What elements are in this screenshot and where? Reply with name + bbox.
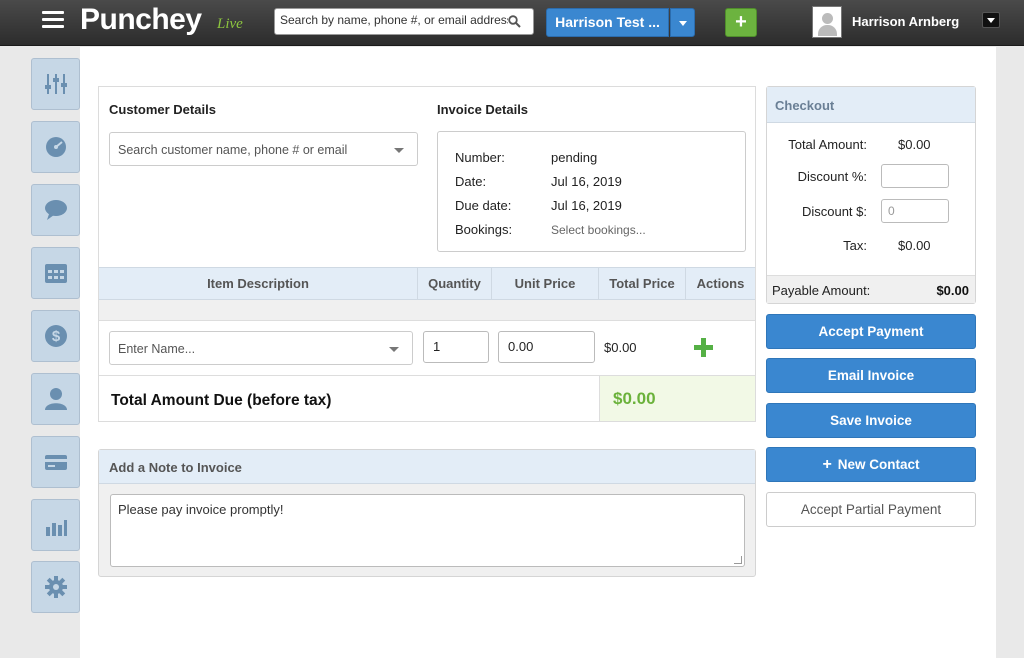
items-table-header: Item Description Quantity Unit Price Tot… <box>99 267 755 300</box>
invoice-details-box: Number: pending Date: Jul 16, 2019 Due d… <box>437 131 746 252</box>
invoice-number-label: Number: <box>455 150 505 165</box>
user-icon[interactable] <box>31 373 80 425</box>
accept-partial-payment-button[interactable]: Accept Partial Payment <box>766 492 976 527</box>
discount-amount-label: Discount $: <box>801 204 867 219</box>
invoice-card: Customer Details Search customer name, p… <box>98 86 756 422</box>
dashboard-icon[interactable] <box>31 121 80 173</box>
total-amount-value: $0.00 <box>898 137 931 152</box>
add-item-icon[interactable] <box>694 338 713 357</box>
search-icon[interactable] <box>508 15 521 28</box>
checkout-panel: Checkout Total Amount: $0.00 Discount %:… <box>766 86 976 304</box>
column-header-quantity: Quantity <box>418 268 492 299</box>
note-header: Add a Note to Invoice <box>99 450 755 484</box>
invoice-date-label: Date: <box>455 174 487 189</box>
invoice-due-date-value[interactable]: Jul 16, 2019 <box>551 198 622 213</box>
accept-payment-button[interactable]: Accept Payment <box>766 314 976 349</box>
table-spacer-row <box>99 300 755 321</box>
customer-search-select[interactable]: Search customer name, phone # or email <box>109 132 418 166</box>
column-header-total-price: Total Price <box>599 268 686 299</box>
customer-details-title: Customer Details <box>109 102 216 117</box>
discount-percent-input[interactable] <box>881 164 949 188</box>
note-title: Add a Note to Invoice <box>109 460 242 475</box>
invoice-number-value: pending <box>551 150 598 165</box>
avatar[interactable] <box>812 6 842 38</box>
menu-icon[interactable] <box>42 8 64 32</box>
global-search[interactable] <box>274 8 534 35</box>
total-due-label: Total Amount Due (before tax) <box>111 392 332 409</box>
new-contact-label: New Contact <box>837 457 920 472</box>
note-text: Please pay invoice promptly! <box>118 502 284 517</box>
tax-value: $0.00 <box>898 238 931 253</box>
quantity-input[interactable]: 1 <box>423 331 489 363</box>
new-contact-button[interactable]: + New Contact <box>766 447 976 482</box>
account-dropdown-toggle[interactable] <box>670 8 695 37</box>
save-invoice-button[interactable]: Save Invoice <box>766 403 976 438</box>
discount-amount-input[interactable]: 0 <box>881 199 949 223</box>
row-total-price: $0.00 <box>604 340 637 355</box>
account-selector-button[interactable]: Harrison Test ... <box>546 8 669 37</box>
calendar-icon[interactable] <box>31 247 80 299</box>
bar-chart-icon[interactable] <box>31 499 80 551</box>
unit-price-input[interactable]: 0.00 <box>498 331 595 363</box>
payable-amount-value: $0.00 <box>936 283 969 298</box>
user-name[interactable]: Harrison Arnberg <box>852 14 959 29</box>
top-bar: Punchey Live Harrison Test ... + Harriso… <box>0 0 1024 46</box>
plus-icon: + <box>822 456 832 473</box>
note-card: Add a Note to Invoice Please pay invoice… <box>98 449 756 577</box>
discount-percent-label: Discount %: <box>797 169 867 184</box>
quick-add-button[interactable]: + <box>725 8 757 37</box>
total-due-value: $0.00 <box>613 389 656 408</box>
checkout-title: Checkout <box>775 98 835 113</box>
brand-suffix: Live <box>217 16 243 32</box>
invoice-date-value[interactable]: Jul 16, 2019 <box>551 174 622 189</box>
email-invoice-button[interactable]: Email Invoice <box>766 358 976 393</box>
user-menu-toggle[interactable] <box>982 12 1000 28</box>
tax-label: Tax: <box>843 238 867 253</box>
svg-text:$: $ <box>52 328 61 345</box>
gear-icon[interactable] <box>31 561 80 613</box>
note-textarea[interactable]: Please pay invoice promptly! <box>110 494 745 567</box>
checkout-header: Checkout <box>767 87 975 123</box>
sliders-icon[interactable] <box>31 58 80 110</box>
global-search-input[interactable] <box>280 13 508 27</box>
chat-icon[interactable] <box>31 184 80 236</box>
payable-amount-label: Payable Amount: <box>772 283 871 298</box>
resize-handle-icon[interactable] <box>734 556 742 564</box>
invoice-bookings-label: Bookings: <box>455 222 513 237</box>
total-due-cell: $0.00 <box>599 376 755 421</box>
select-bookings-link[interactable]: Select bookings... <box>551 223 646 237</box>
dollar-icon[interactable]: $ <box>31 310 80 362</box>
total-amount-label: Total Amount: <box>788 137 867 152</box>
main-panel: Customer Details Search customer name, p… <box>80 47 996 658</box>
column-header-actions: Actions <box>696 276 745 291</box>
column-header-unit-price: Unit Price <box>492 268 599 299</box>
column-header-item-description: Item Description <box>99 268 418 299</box>
item-name-select[interactable]: Enter Name... <box>109 331 413 365</box>
invoice-due-date-label: Due date: <box>455 198 512 213</box>
payment-card-icon[interactable] <box>31 436 80 488</box>
brand-logo[interactable]: Punchey <box>80 3 202 37</box>
customer-search-placeholder: Search customer name, phone # or email <box>118 143 348 157</box>
invoice-details-title: Invoice Details <box>437 102 529 117</box>
payable-row: Payable Amount: $0.00 <box>767 275 975 303</box>
item-name-placeholder: Enter Name... <box>118 342 196 356</box>
